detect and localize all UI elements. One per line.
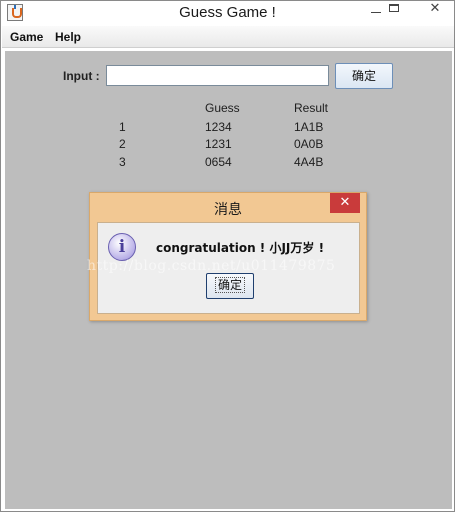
input-label: Input :	[63, 69, 100, 83]
history-row-result: 1A1B	[294, 120, 324, 134]
menu-game[interactable]: Game	[10, 30, 43, 44]
guess-input[interactable]	[106, 65, 329, 86]
close-icon: ✕	[339, 195, 351, 210]
info-icon: i	[108, 233, 136, 261]
minimize-icon	[371, 12, 381, 13]
dialog-ok-button[interactable]: 确定	[206, 273, 254, 299]
dialog-message: congratulation ! 小JJ万岁 !	[156, 241, 325, 255]
dialog-close-button[interactable]: ✕	[330, 193, 360, 213]
guess-column-header: Guess	[205, 101, 240, 115]
menu-bar: Game Help	[2, 26, 454, 48]
minimize-button[interactable]	[368, 1, 384, 18]
maximize-button[interactable]	[386, 1, 402, 18]
game-window: Guess Game ! ✕ Game Help Input : 确定 Gues…	[0, 0, 455, 512]
menu-help[interactable]: Help	[55, 30, 81, 44]
confirm-button[interactable]: 确定	[335, 63, 393, 89]
history-row-index: 1	[119, 120, 126, 134]
history-row-result: 4A4B	[294, 155, 324, 169]
close-button[interactable]: ✕	[421, 1, 449, 18]
watermark: http://blog.csdn.net/u011479875	[87, 258, 336, 274]
maximize-icon	[389, 4, 399, 12]
message-dialog: 消息 ✕ i congratulation ! 小JJ万岁 ! 确定	[89, 192, 367, 321]
dialog-ok-label: 确定	[214, 277, 246, 293]
title-bar[interactable]: Guess Game ! ✕	[1, 1, 454, 25]
history-row-guess: 1234	[205, 120, 232, 134]
history-row-result: 0A0B	[294, 137, 324, 151]
dialog-title: 消息	[214, 202, 242, 218]
history-row-guess: 1231	[205, 137, 232, 151]
history-row-guess: 0654	[205, 155, 232, 169]
history-row-index: 2	[119, 137, 126, 151]
result-column-header: Result	[294, 101, 329, 115]
history-row-index: 3	[119, 155, 126, 169]
close-icon: ✕	[429, 1, 441, 16]
